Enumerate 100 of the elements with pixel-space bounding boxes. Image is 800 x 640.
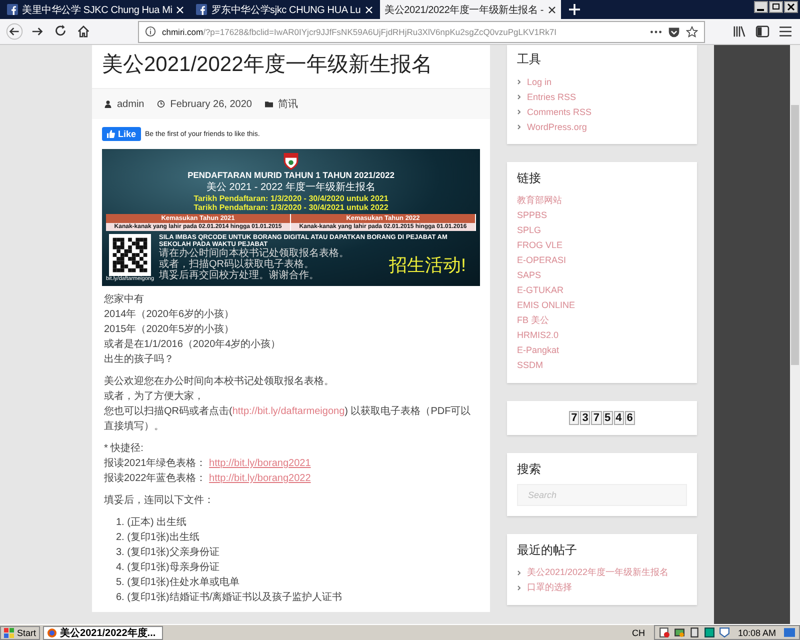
counter-digit: 5 xyxy=(602,411,613,425)
banner-slogan: 招生活动! xyxy=(388,254,466,276)
sidebar-link[interactable]: SAPS xyxy=(517,268,687,283)
counter-digit: 3 xyxy=(580,411,590,425)
tray-icon[interactable] xyxy=(674,627,685,638)
banner-subtitle: 美公 2021 - 2022 年度一年级新生报名 xyxy=(206,180,376,194)
home-icon[interactable] xyxy=(75,23,92,40)
facebook-icon xyxy=(196,4,208,15)
body-text: 或者，为了方便大家， xyxy=(104,390,205,404)
body-text: * 快捷径: xyxy=(104,442,144,456)
info-icon xyxy=(145,26,156,37)
post-date: February 26, 2020 xyxy=(170,98,252,110)
list-item: 2. (复印1张)出生纸 xyxy=(116,530,200,545)
form-link[interactable]: http://bit.ly/daftarmeigong xyxy=(232,406,345,417)
category-link[interactable]: 简讯 xyxy=(278,97,298,111)
body-text: 或者是在1/1/2016（2020年4岁的小孩） xyxy=(104,338,282,352)
sidebar-link[interactable]: Comments RSS xyxy=(527,106,592,116)
browser-tab[interactable]: 美公2021/2022年度一年级新生报名 - xyxy=(380,0,561,19)
body-text: 出生的孩子吗？ xyxy=(104,352,175,367)
body-text: 2015年（2020年5岁的小孩） xyxy=(104,322,236,337)
desktop-icon[interactable] xyxy=(784,627,795,638)
widget-title: 工具 xyxy=(517,51,542,68)
back-icon[interactable] xyxy=(6,23,23,40)
body-text: 报读2021年绿色表格： http://bit.ly/borang2021 xyxy=(104,456,312,471)
sidebar-link[interactable]: SPPBS xyxy=(517,208,687,223)
tray-icon[interactable] xyxy=(688,627,700,638)
body-text: 报读2022年蓝色表格： http://bit.ly/borang2022 xyxy=(104,472,312,486)
banner-title: PENDAFTARAN MURID TAHUN 1 TAHUN 2021/2022 xyxy=(188,170,394,180)
sidebar-link[interactable]: HRMIS2.0 xyxy=(517,328,687,343)
window-controls-icon[interactable] xyxy=(754,1,798,13)
counter-digit: 4 xyxy=(614,411,624,425)
body-text: 填妥后，连同以下文件： xyxy=(104,494,215,508)
body-text: 美公欢迎您在办公时间向本校书记处领取报名表格。 xyxy=(104,374,335,389)
clock-icon xyxy=(157,100,166,108)
list-item: 3. (复印1张)父亲身份证 xyxy=(116,546,220,560)
chevron-icon xyxy=(517,584,521,590)
clock: 10:08 AM xyxy=(738,628,776,638)
sidebar-link[interactable]: E-OPERASI xyxy=(517,253,687,268)
sidebar-link[interactable]: E-GTUKAR xyxy=(517,283,687,298)
chevron-icon xyxy=(517,108,521,114)
counter-digit: 7 xyxy=(591,411,602,425)
browser-tab[interactable]: 美里中华公学 SJKC Chung Hua Mi xyxy=(2,0,190,19)
new-tab-icon[interactable] xyxy=(568,4,580,15)
widget-title: 搜索 xyxy=(517,461,542,478)
widget-title: 链接 xyxy=(517,170,542,187)
list-item: 5. (复印1张)住处水单或电单 xyxy=(116,576,240,590)
author-link[interactable]: admin xyxy=(117,98,144,110)
scrollbar[interactable] xyxy=(790,45,800,624)
close-icon[interactable] xyxy=(548,6,556,14)
registration-date: Tarikh Pendaftaran: 1/3/2020 - 30/4/2021 untuk 2022 xyxy=(194,203,388,212)
sidebar-icon[interactable] xyxy=(754,23,771,40)
sidebar-link[interactable]: Log in xyxy=(527,76,552,86)
sidebar-link[interactable]: FB 美公 xyxy=(517,313,687,328)
taskbar-button[interactable]: 美公2021/2022年度... xyxy=(43,626,163,640)
sidebar-link[interactable]: E-Pangkat xyxy=(517,343,687,358)
body-text: 2014年（2020年6岁的小孩） xyxy=(104,308,236,322)
facebook-icon xyxy=(7,4,18,15)
thumbs-up-icon xyxy=(107,130,115,138)
counter-digit: 6 xyxy=(624,411,635,425)
body-text: 您家中有 xyxy=(104,292,145,307)
browser-icon xyxy=(47,628,58,638)
widget-title: 最近的帖子 xyxy=(517,542,578,559)
search-field[interactable]: Search xyxy=(517,484,687,506)
banner-note: 或者，扫描QR码以获取电子表格。 xyxy=(159,259,315,270)
star-icon[interactable] xyxy=(686,26,698,38)
chevron-icon xyxy=(517,94,521,100)
qr-code-icon xyxy=(109,234,151,276)
address-bar[interactable]: chmiri.com/?p=17628&fbclid=IwAR0IYjcr9JJfFsNK59A6UjFjdRHjRu3XlV6npKu2sgZcQ0vzuPgLKV1Rk7I xyxy=(138,20,705,42)
sidebar-link[interactable]: 教育部网站 xyxy=(517,193,687,208)
language-indicator[interactable]: CH xyxy=(632,628,645,638)
body-text: 您也可以扫描QR码或者点击(http://bit.ly/daftarmeigong) 以获取电子表格（PDF可以直接填写）。 xyxy=(104,404,472,434)
sidebar-link[interactable]: 美公2021/2022年度一年级新生报名 xyxy=(527,566,669,579)
tray-icon[interactable] xyxy=(658,627,670,638)
pocket-icon[interactable] xyxy=(668,26,680,38)
sidebar-link[interactable]: WordPress.org xyxy=(527,122,587,132)
list-item: 4. (复印1张)母亲身份证 xyxy=(116,560,220,575)
sidebar-link[interactable]: SPLG xyxy=(517,223,687,238)
banner-note: 请在办公时间向本校书记处领取报名表格。 xyxy=(159,248,349,259)
list-item: 1. (正本) 出生纸 xyxy=(116,516,188,530)
counter-digit: 7 xyxy=(569,411,580,425)
form-link[interactable]: http://bit.ly/borang2022 xyxy=(209,473,311,484)
start-button[interactable]: Start xyxy=(0,626,40,640)
folder-icon xyxy=(264,100,273,108)
scrollbar-thumb[interactable] xyxy=(791,105,799,365)
school-crest-icon xyxy=(283,152,299,170)
like-button[interactable]: Like xyxy=(102,127,142,141)
registration-date: Tarikh Pendaftaran: 1/3/2020 - 30/4/2020 untuk 2021 xyxy=(194,194,388,203)
sidebar-link[interactable]: FROG VLE xyxy=(517,238,687,253)
form-link[interactable]: http://bit.ly/borang2021 xyxy=(209,458,311,469)
sidebar-link[interactable]: SSDM xyxy=(517,358,687,373)
sidebar-link[interactable]: Entries RSS xyxy=(527,92,576,102)
tray-icon[interactable] xyxy=(704,627,715,638)
sidebar-link[interactable]: 口罩的选择 xyxy=(527,581,572,594)
browser-tab[interactable]: 罗东中华公学sjkc CHUNG HUA Lu xyxy=(191,0,378,19)
user-icon xyxy=(104,100,112,108)
tray-icon[interactable] xyxy=(718,627,730,638)
sidebar-link[interactable]: EMIS ONLINE xyxy=(517,298,687,313)
windows-logo-icon xyxy=(4,628,14,638)
chevron-icon xyxy=(517,570,521,576)
list-item: 6. (复印1张)结婚证书/离婚证书以及孩子监护人证书 xyxy=(116,590,344,605)
